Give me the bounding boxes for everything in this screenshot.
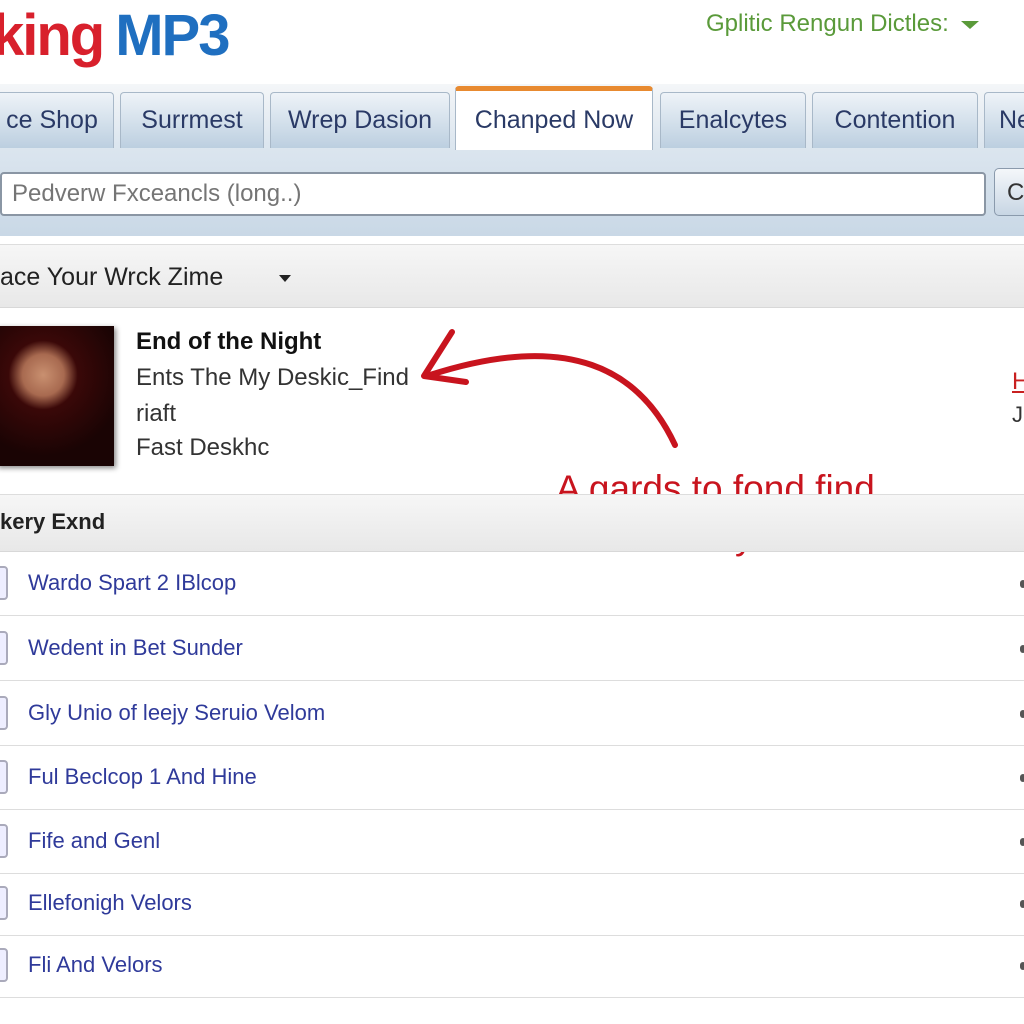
tab-chanped-now[interactable]: Chanped Now [455, 86, 653, 150]
track-meta: riaft [136, 400, 177, 427]
track-title[interactable]: End of the Night [136, 328, 321, 356]
more-icon[interactable] [1020, 580, 1024, 588]
section-header: kery Exnd [0, 494, 1024, 552]
checkbox[interactable] [0, 696, 8, 730]
tab-shop[interactable]: ce Shop [0, 92, 114, 148]
list-item-label: Wardo Spart 2 IBlcop [28, 570, 237, 595]
section-header-dropdown[interactable]: ace Your Wrck Zime [0, 244, 1024, 308]
list-item[interactable]: Fife and Genl [0, 810, 1024, 874]
list-item-label: Gly Unio of leejy Seruio Velom [28, 700, 326, 725]
tab-enalcytes[interactable]: Enalcytes [660, 92, 806, 148]
more-icon[interactable] [1020, 645, 1024, 653]
chevron-down-icon [960, 20, 979, 29]
list-item-label: Fife and Genl [28, 828, 161, 853]
track-album: Fast Deskhc [136, 434, 270, 461]
checkbox[interactable] [0, 886, 8, 920]
more-icon[interactable] [1020, 838, 1024, 846]
artist-thumbnail[interactable] [0, 326, 114, 466]
language-dropdown[interactable]: Gplitic Rengun Dictles: [706, 10, 979, 38]
list-item[interactable]: Fli And Velors [0, 934, 1024, 998]
list-item-label: Wedent in Bet Sunder [28, 635, 243, 660]
side-text: J [1012, 402, 1023, 427]
logo-text-blue: MP3 [115, 3, 230, 68]
more-icon[interactable] [1020, 900, 1024, 908]
list-item[interactable]: Wedent in Bet Sunder [0, 617, 1024, 681]
track-artist: Ents The My Deskic_Find [136, 364, 409, 391]
tab-contention[interactable]: Contention [812, 92, 978, 148]
section-title: ace Your Wrck Zime [0, 263, 224, 291]
list-item-label: Ellefonigh Velors [28, 890, 192, 915]
checkbox[interactable] [0, 566, 8, 600]
search-button[interactable]: C [994, 168, 1024, 216]
list-item[interactable]: Ful Beclcop 1 And Hine [0, 746, 1024, 810]
tab-more[interactable]: Ne [984, 92, 1024, 148]
list-item[interactable]: Wardo Spart 2 IBlcop [0, 552, 1024, 616]
checkbox[interactable] [0, 824, 8, 858]
logo-text-red: king [0, 3, 105, 68]
checkbox[interactable] [0, 948, 8, 982]
tab-surrmest[interactable]: Surrmest [120, 92, 264, 148]
language-label: Gplitic Rengun Dictles: [706, 10, 949, 37]
site-logo[interactable]: king MP3 [0, 2, 231, 69]
search-input[interactable] [0, 172, 986, 216]
list-item-label: Ful Beclcop 1 And Hine [28, 764, 257, 789]
chevron-down-icon [279, 274, 292, 282]
checkbox[interactable] [0, 631, 8, 665]
tab-wrep-dasion[interactable]: Wrep Dasion [270, 92, 450, 148]
section-title: kery Exnd [0, 509, 106, 534]
list-item[interactable]: Ellefonigh Velors [0, 872, 1024, 936]
list-item[interactable]: Gly Unio of leejy Seruio Velom [0, 682, 1024, 746]
list-item-label: Fli And Velors [28, 952, 163, 977]
more-icon[interactable] [1020, 710, 1024, 718]
annotation-arrow-icon [421, 329, 678, 448]
more-icon[interactable] [1020, 962, 1024, 970]
checkbox[interactable] [0, 760, 8, 794]
side-link[interactable]: H [1012, 368, 1024, 396]
more-icon[interactable] [1020, 774, 1024, 782]
